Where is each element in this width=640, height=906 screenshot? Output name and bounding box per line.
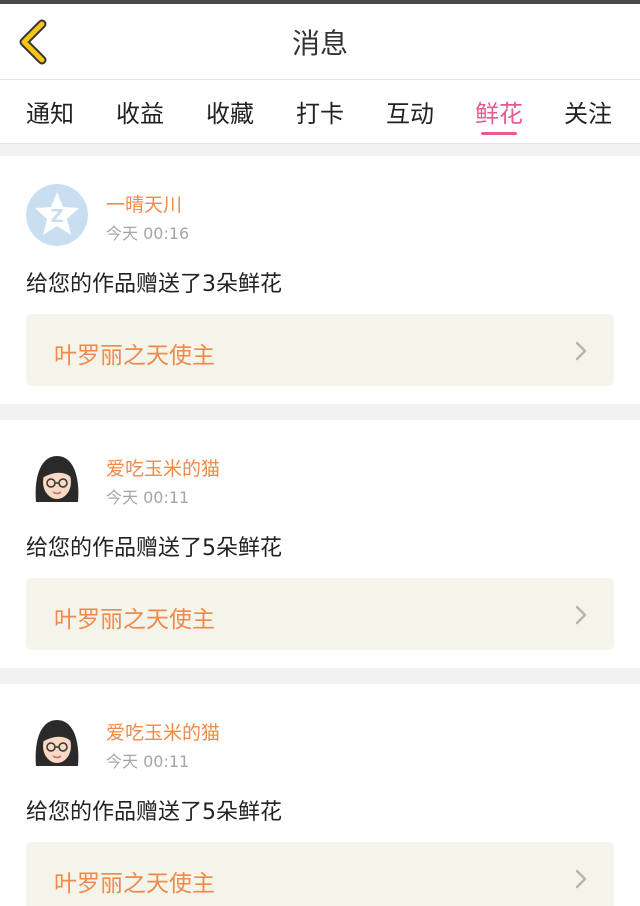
tab-follow[interactable]: 关注 <box>564 94 612 129</box>
work-link[interactable]: 叶罗丽之天使主 <box>26 842 614 906</box>
tab-favorites[interactable]: 收藏 <box>206 94 254 129</box>
tab-flowers[interactable]: 鲜花 <box>475 94 523 129</box>
chevron-right-icon <box>575 605 587 625</box>
user-name[interactable]: 爱吃玉米的猫 <box>106 454 220 481</box>
tab-checkin[interactable]: 打卡 <box>296 94 344 129</box>
work-title: 叶罗丽之天使主 <box>54 343 215 369</box>
notification-card: Z 一晴天川 今天 00:16 给您的作品赠送了3朵鲜花 叶罗丽之天使主 <box>0 156 640 404</box>
timestamp: 今天 00:16 <box>106 224 190 243</box>
notification-message: 给您的作品赠送了5朵鲜花 <box>26 800 282 825</box>
svg-text:Z: Z <box>50 206 63 227</box>
tab-earnings[interactable]: 收益 <box>116 94 164 129</box>
chevron-right-icon <box>575 341 587 361</box>
work-title: 叶罗丽之天使主 <box>54 607 215 633</box>
work-link[interactable]: 叶罗丽之天使主 <box>26 578 614 650</box>
tab-notice[interactable]: 通知 <box>26 94 74 129</box>
timestamp: 今天 00:11 <box>106 488 190 507</box>
notification-message: 给您的作品赠送了5朵鲜花 <box>26 536 282 561</box>
qq-default-avatar-icon: Z <box>26 184 88 246</box>
header: 消息 <box>0 4 640 80</box>
avatar[interactable]: Z <box>26 184 88 246</box>
page-title: 消息 <box>291 27 348 60</box>
user-name[interactable]: 爱吃玉米的猫 <box>106 718 220 745</box>
user-name[interactable]: 一晴天川 <box>106 190 182 217</box>
active-tab-indicator <box>481 132 517 135</box>
tab-bar: 通知 收益 收藏 打卡 互动 鲜花 关注 <box>0 80 640 144</box>
avatar[interactable] <box>26 712 88 774</box>
work-title: 叶罗丽之天使主 <box>54 871 215 897</box>
notification-card: 爱吃玉米的猫 今天 00:11 给您的作品赠送了5朵鲜花 叶罗丽之天使主 <box>0 420 640 668</box>
avatar[interactable] <box>26 448 88 510</box>
notification-message: 给您的作品赠送了3朵鲜花 <box>26 272 282 297</box>
chevron-right-icon <box>575 869 587 889</box>
notification-card: 爱吃玉米的猫 今天 00:11 给您的作品赠送了5朵鲜花 叶罗丽之天使主 <box>0 684 640 906</box>
tab-interaction[interactable]: 互动 <box>386 94 434 129</box>
girl-glasses-avatar-icon <box>26 712 88 774</box>
girl-glasses-avatar-icon <box>26 448 88 510</box>
timestamp: 今天 00:11 <box>106 752 190 771</box>
work-link[interactable]: 叶罗丽之天使主 <box>26 314 614 386</box>
